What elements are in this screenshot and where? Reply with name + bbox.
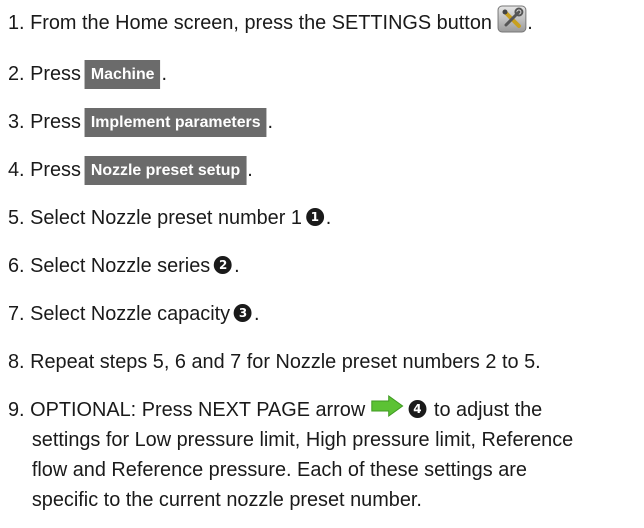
step-number: 6. bbox=[8, 255, 25, 277]
step-text: Press bbox=[30, 63, 81, 85]
callout-1: 1 bbox=[305, 208, 324, 227]
settings-tools-icon bbox=[497, 5, 527, 42]
step-6: 6. Select Nozzle series 2. bbox=[8, 255, 240, 277]
step-number: 7. bbox=[8, 303, 25, 325]
step-9-continuation-2: flow and Reference pressure. Each of the… bbox=[31, 459, 527, 481]
step-4: 4. Press Nozzle preset setup. bbox=[8, 155, 634, 186]
nozzle-preset-setup-button[interactable]: Nozzle preset setup bbox=[84, 156, 247, 186]
step-text: Press bbox=[30, 159, 81, 181]
step-2: 2. Press Machine. bbox=[8, 59, 634, 90]
callout-4: 4 bbox=[408, 400, 427, 419]
step-text-after: to adjust the bbox=[433, 399, 543, 421]
instruction-page: 1. From the Home screen, press the SETTI… bbox=[0, 0, 644, 528]
step-text: Select Nozzle preset number 1 bbox=[30, 207, 302, 229]
step-text: Select Nozzle capacity bbox=[30, 303, 231, 325]
step-9: 9. OPTIONAL: Press NEXT PAGE arrow 4 to … bbox=[8, 395, 634, 426]
step-number: 8. bbox=[8, 351, 25, 373]
step-number: 5. bbox=[8, 207, 25, 229]
step-text: Repeat steps 5, 6 and 7 for Nozzle prese… bbox=[30, 351, 541, 373]
step-number: 2. bbox=[8, 63, 25, 85]
next-page-arrow-icon bbox=[371, 395, 405, 426]
step-number: 4. bbox=[8, 159, 25, 181]
implement-parameters-button[interactable]: Implement parameters bbox=[84, 108, 267, 138]
callout-2: 2 bbox=[214, 256, 233, 275]
step-9-continuation-3: specific to the current nozzle preset nu… bbox=[31, 489, 422, 511]
step-3: 3. Press Implement parameters. bbox=[8, 107, 634, 138]
step-text: Select Nozzle series bbox=[30, 255, 211, 277]
machine-button[interactable]: Machine bbox=[84, 60, 161, 90]
step-number: 3. bbox=[8, 111, 25, 133]
step-number: 1. bbox=[8, 11, 25, 34]
step-text: OPTIONAL: Press NEXT PAGE arrow bbox=[30, 399, 366, 421]
step-number: 9. bbox=[8, 399, 25, 421]
callout-3: 3 bbox=[234, 304, 252, 323]
step-text: Press bbox=[30, 111, 81, 133]
step-8: 8. Repeat steps 5, 6 and 7 for Nozzle pr… bbox=[8, 347, 634, 377]
step-1: 1. From the Home screen, press the SETTI… bbox=[8, 5, 634, 42]
step-9-continuation-1: settings for Low pressure limit, High pr… bbox=[31, 429, 574, 451]
step-5: 5. Select Nozzle preset number 11. bbox=[8, 207, 332, 229]
step-7: 7. Select Nozzle capacity 3. bbox=[8, 303, 260, 325]
step-text: From the Home screen, press the SETTINGS… bbox=[30, 11, 492, 34]
